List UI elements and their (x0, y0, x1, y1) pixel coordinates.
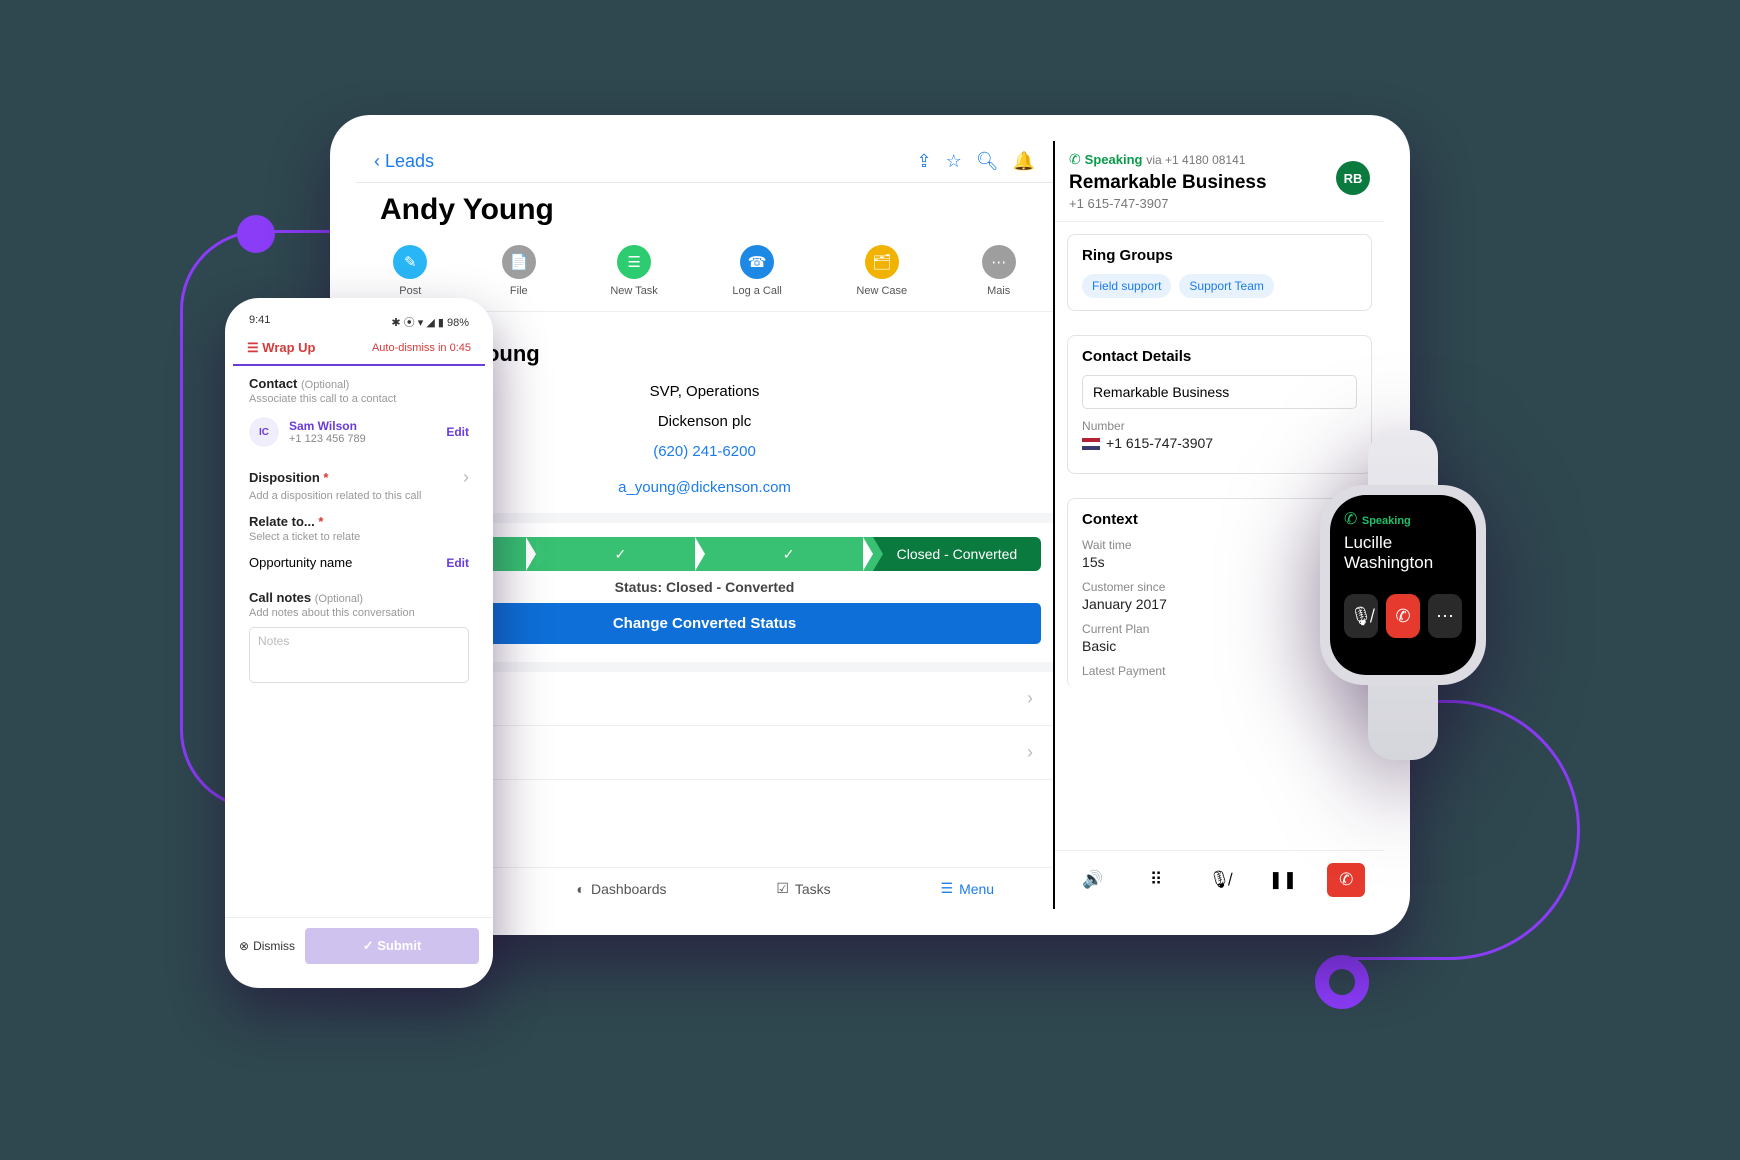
share-icon[interactable]: ⇪ (917, 151, 932, 172)
ring-group-chips: Field support Support Team (1082, 274, 1357, 298)
quick-action-icon: ⋯ (982, 245, 1016, 279)
phone-active-icon: ✆ (1069, 151, 1081, 167)
quick-action-mais[interactable]: ⋯ Mais (982, 245, 1016, 297)
chevron-right-icon: › (1027, 742, 1033, 763)
phone-header: ☰ Wrap Up Auto-dismiss in 0:45 (233, 330, 485, 366)
quick-action-label: New Task (610, 285, 657, 297)
watch-case: ✆ Speaking Lucille Washington 🎙︎̸ ✆ ⋯ (1320, 485, 1486, 685)
phone-active-icon: ✆ (1344, 511, 1357, 528)
star-icon[interactable]: ☆ (946, 151, 962, 172)
contact-name: Sam Wilson (289, 419, 366, 433)
disposition-sub: Add a disposition related to this call (249, 490, 469, 502)
call-header: ✆ Speaking via +1 4180 08141 Remarkable … (1055, 141, 1384, 222)
gauge-icon: ◐ (577, 881, 585, 897)
record-title: Andy Young (356, 183, 1053, 237)
quick-action-new-case[interactable]: 🗂 New Case (856, 245, 907, 297)
notes-sub: Add notes about this conversation (249, 607, 469, 619)
quick-action-icon: 🗂 (865, 245, 899, 279)
back-button[interactable]: ‹ Leads (374, 151, 434, 172)
quick-action-label: Post (399, 285, 421, 297)
chevron-right-icon: › (1027, 688, 1033, 709)
watch-caller-name: Lucille Washington (1344, 533, 1462, 572)
chevron-right-icon[interactable]: › (463, 467, 469, 488)
watch-frame: ✆ Speaking Lucille Washington 🎙︎̸ ✆ ⋯ (1290, 430, 1515, 760)
status-time: 9:41 (249, 314, 270, 330)
dismiss-button[interactable]: ⊗ Dismiss (239, 939, 295, 953)
relate-title: Relate to... * (249, 514, 323, 529)
ring-groups-card: Ring Groups Field support Support Team (1067, 234, 1372, 311)
quick-action-file[interactable]: 📄 File (502, 245, 536, 297)
notes-textarea[interactable]: Notes (249, 627, 469, 683)
pipeline-stage[interactable]: ✓ (705, 537, 873, 571)
hangup-button[interactable]: ✆ (1327, 863, 1365, 897)
watch-mute-button[interactable]: 🎙︎̸ (1344, 594, 1378, 638)
quick-action-post[interactable]: ✎ Post (393, 245, 427, 297)
relate-sub: Select a ticket to relate (249, 531, 469, 543)
opportunity-row[interactable]: Opportunity name Edit (233, 545, 485, 580)
ring-group-chip[interactable]: Support Team (1179, 274, 1274, 298)
contact-details-title: Contact Details (1082, 348, 1357, 365)
quick-action-icon: ✎ (393, 245, 427, 279)
nav-tasks[interactable]: ☑Tasks (776, 880, 830, 897)
decor-orb-left (237, 215, 275, 253)
pipeline-stage[interactable]: Closed - Converted (873, 537, 1041, 571)
call-via: via +1 4180 08141 (1146, 153, 1245, 167)
pause-button[interactable]: ❚❚ (1264, 863, 1302, 897)
submit-button[interactable]: ✓ Submit (305, 928, 479, 964)
dialpad-button[interactable]: ⠿ (1137, 863, 1175, 897)
ring-group-chip[interactable]: Field support (1082, 274, 1171, 298)
auto-dismiss-timer: Auto-dismiss in 0:45 (372, 342, 471, 354)
bell-icon[interactable]: 🔔 (1013, 151, 1035, 172)
contact-edit-link[interactable]: Edit (446, 425, 469, 439)
speaker-button[interactable]: 🔊 (1074, 863, 1112, 897)
quick-action-icon: 📄 (502, 245, 536, 279)
quick-action-label: Mais (987, 285, 1010, 297)
pipeline-stage[interactable]: ✓ (536, 537, 704, 571)
contact-section-title: Contact (Optional) (249, 376, 349, 391)
contact-avatar: IC (249, 417, 279, 447)
quick-action-new-task[interactable]: ☰ New Task (610, 245, 657, 297)
caller-number: +1 615-747-3907 (1069, 196, 1370, 211)
status-icons: ✱ ⦿ ▾ ◢ ▮ 98% (391, 314, 469, 330)
back-label: Leads (385, 151, 434, 171)
crm-header: ‹ Leads ⇪ ☆ 🔍︎ 🔔 (356, 141, 1053, 183)
quick-action-label: Log a Call (732, 285, 782, 297)
watch-more-button[interactable]: ⋯ (1428, 594, 1462, 638)
caller-avatar: RB (1336, 161, 1370, 195)
quick-action-icon: ☰ (617, 245, 651, 279)
mute-button[interactable]: 🎙︎̸ (1201, 863, 1239, 897)
checklist-icon: ☑ (776, 880, 789, 897)
quick-action-label: File (510, 285, 528, 297)
contact-number: +1 123 456 789 (289, 433, 366, 445)
search-icon[interactable]: 🔍︎ (976, 151, 999, 172)
notes-title: Call notes (Optional) (249, 590, 363, 605)
call-control-bar: 🔊 ⠿ 🎙︎̸ ❚❚ ✆ (1055, 850, 1384, 909)
phone-footer: ⊗ Dismiss ✓ Submit (225, 917, 493, 974)
ring-groups-title: Ring Groups (1082, 247, 1357, 264)
contact-row[interactable]: IC Sam Wilson +1 123 456 789 Edit (233, 407, 485, 457)
watch-hangup-button[interactable]: ✆ (1386, 594, 1420, 638)
watch-screen: ✆ Speaking Lucille Washington 🎙︎̸ ✆ ⋯ (1330, 495, 1476, 675)
us-flag-icon (1082, 438, 1100, 450)
opportunity-label: Opportunity name (249, 555, 446, 570)
opportunity-edit-link[interactable]: Edit (446, 556, 469, 570)
contact-section-sub: Associate this call to a contact (249, 393, 469, 405)
decor-orb-right (1315, 955, 1369, 1009)
company-field[interactable]: Remarkable Business (1082, 375, 1357, 409)
menu-icon: ☰ (941, 880, 954, 897)
caller-name: Remarkable Business (1069, 172, 1370, 194)
disposition-title: Disposition * (249, 470, 463, 485)
nav-menu[interactable]: ☰Menu (941, 880, 995, 897)
quick-action-icon: ☎ (740, 245, 774, 279)
phone-statusbar: 9:41 ✱ ⦿ ▾ ◢ ▮ 98% (233, 314, 485, 330)
phone-frame: 9:41 ✱ ⦿ ▾ ◢ ▮ 98% ☰ Wrap Up Auto-dismis… (225, 298, 493, 988)
quick-action-log-a-call[interactable]: ☎ Log a Call (732, 245, 782, 297)
nav-dashboards[interactable]: ◐Dashboards (577, 880, 667, 897)
quick-action-label: New Case (856, 285, 907, 297)
call-status: Speaking (1085, 152, 1143, 167)
wrapup-tab[interactable]: ☰ Wrap Up (247, 340, 316, 356)
watch-status: ✆ Speaking (1344, 509, 1462, 529)
